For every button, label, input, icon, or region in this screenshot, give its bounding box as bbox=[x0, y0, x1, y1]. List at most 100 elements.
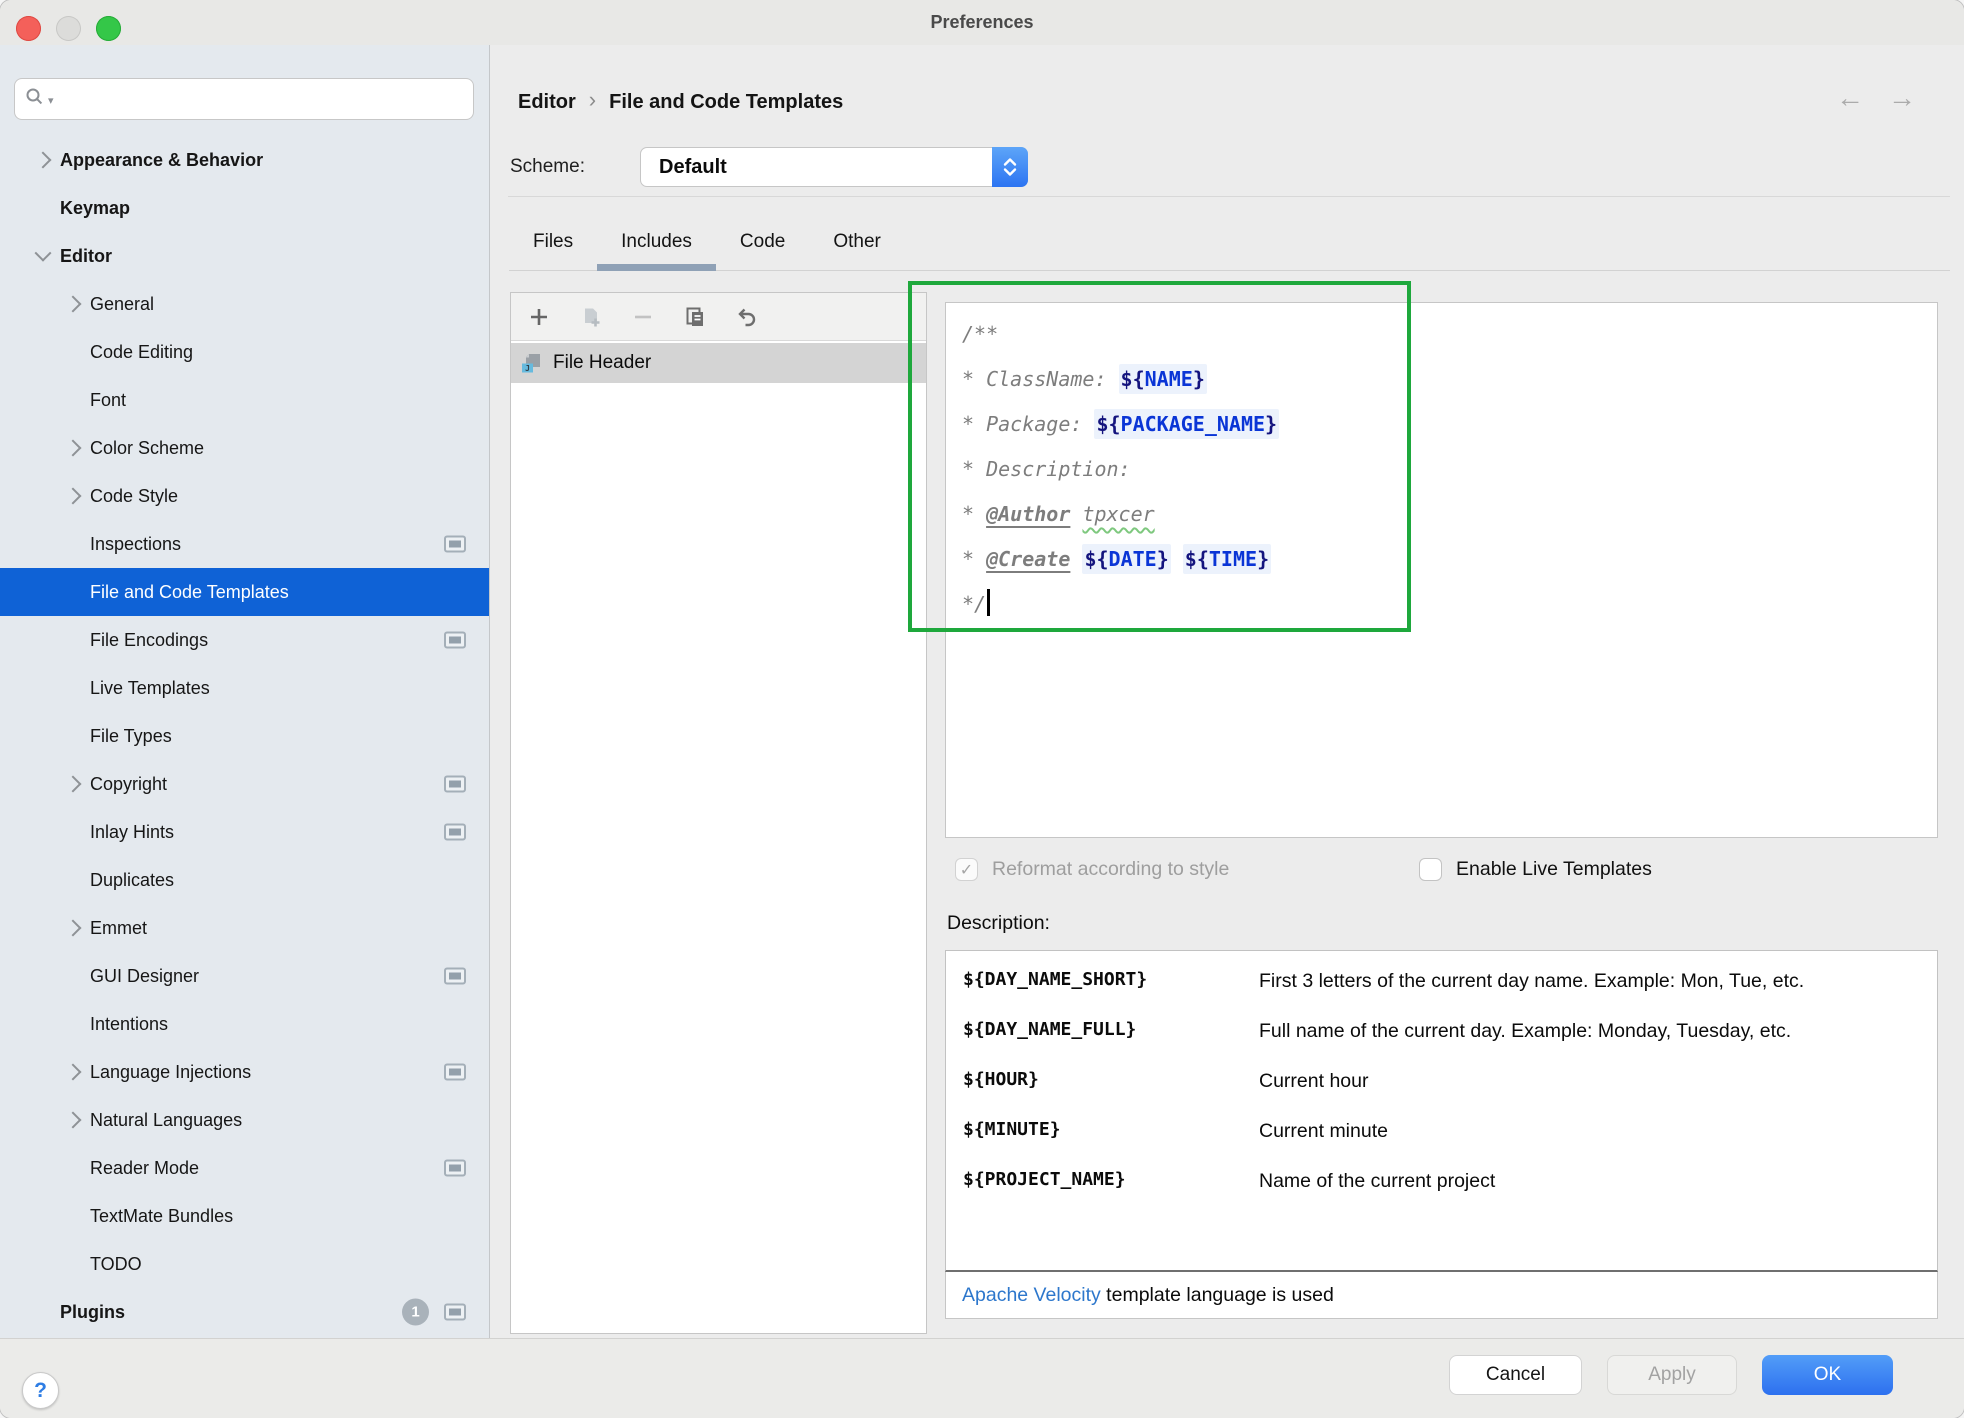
breadcrumb-parent[interactable]: Editor bbox=[518, 91, 576, 114]
remove-template-icon[interactable] bbox=[631, 305, 655, 329]
sidebar-item-code-editing[interactable]: Code Editing bbox=[0, 328, 489, 376]
zoom-window-icon[interactable] bbox=[96, 16, 121, 41]
footer-buttons: Cancel Apply OK bbox=[1449, 1355, 1893, 1395]
variable-name: ${PROJECT_NAME} bbox=[963, 1167, 1259, 1195]
chevron-down-icon[interactable] bbox=[26, 250, 60, 262]
description-label: Description: bbox=[947, 912, 1050, 935]
sidebar-item-font[interactable]: Font bbox=[0, 376, 489, 424]
close-window-icon[interactable] bbox=[16, 16, 41, 41]
copy-template-icon[interactable] bbox=[683, 305, 707, 329]
template-variable: ${DATE} bbox=[1082, 544, 1170, 574]
sidebar-item-label: Color Scheme bbox=[90, 438, 204, 459]
sidebar-item-label: File Encodings bbox=[90, 630, 208, 651]
sidebar-item-inlay-hints[interactable]: Inlay Hints bbox=[0, 808, 489, 856]
live-templates-checkbox[interactable] bbox=[1419, 858, 1442, 881]
screen-icon bbox=[444, 632, 466, 649]
search-options-caret-icon[interactable]: ▾ bbox=[48, 94, 54, 107]
description-row: ${DAY_NAME_SHORT}First 3 letters of the … bbox=[946, 956, 1937, 1006]
sidebar-item-intentions[interactable]: Intentions bbox=[0, 1000, 489, 1048]
sidebar-item-label: Intentions bbox=[90, 1014, 168, 1035]
chevron-right-icon[interactable] bbox=[56, 490, 90, 502]
tab-code[interactable]: Code bbox=[716, 214, 809, 270]
variable-name: ${MINUTE} bbox=[963, 1117, 1259, 1145]
reformat-checkbox[interactable]: ✓ bbox=[955, 858, 978, 881]
sidebar-item-general[interactable]: General bbox=[0, 280, 489, 328]
sidebar-item-label: Code Editing bbox=[90, 342, 193, 363]
tab-includes[interactable]: Includes bbox=[597, 214, 716, 270]
template-editor[interactable]: /*** ClassName: ${NAME}* Package: ${PACK… bbox=[945, 302, 1938, 838]
sidebar-item-todo[interactable]: TODO bbox=[0, 1240, 489, 1288]
sidebar-item-gui-designer[interactable]: GUI Designer bbox=[0, 952, 489, 1000]
sidebar-item-textmate-bundles[interactable]: TextMate Bundles bbox=[0, 1192, 489, 1240]
help-button[interactable]: ? bbox=[22, 1372, 59, 1409]
sidebar-item-label: Font bbox=[90, 390, 126, 411]
sidebar-item-color-scheme[interactable]: Color Scheme bbox=[0, 424, 489, 472]
plugins-count-badge: 1 bbox=[402, 1299, 429, 1326]
chevron-right-icon[interactable] bbox=[56, 1066, 90, 1078]
apply-button[interactable]: Apply bbox=[1607, 1355, 1737, 1395]
scheme-separator bbox=[508, 196, 1950, 197]
sidebar-item-inspections[interactable]: Inspections bbox=[0, 520, 489, 568]
chevron-right-icon[interactable] bbox=[56, 778, 90, 790]
template-variable: ${PACKAGE_NAME} bbox=[1094, 409, 1279, 439]
tab-other[interactable]: Other bbox=[809, 214, 905, 270]
breadcrumb: Editor › File and Code Templates bbox=[518, 86, 843, 118]
sidebar-item-label: Language Injections bbox=[90, 1062, 251, 1083]
screen-icon bbox=[444, 1160, 466, 1177]
sidebar-item-editor[interactable]: Editor bbox=[0, 232, 489, 280]
velocity-note: Apache Velocity template language is use… bbox=[945, 1272, 1938, 1319]
sidebar-item-duplicates[interactable]: Duplicates bbox=[0, 856, 489, 904]
screen-icon bbox=[444, 536, 466, 553]
sidebar-item-label: File Types bbox=[90, 726, 172, 747]
sidebar-item-plugins[interactable]: Plugins 1 bbox=[0, 1288, 489, 1336]
sidebar-item-file-and-code-templates[interactable]: File and Code Templates bbox=[0, 568, 489, 616]
scheme-select[interactable]: Default bbox=[640, 147, 1028, 187]
variable-name: ${DAY_NAME_FULL} bbox=[963, 1017, 1259, 1045]
sidebar-item-reader-mode[interactable]: Reader Mode bbox=[0, 1144, 489, 1192]
sidebar-item-natural-languages[interactable]: Natural Languages bbox=[0, 1096, 489, 1144]
stepper-icon[interactable] bbox=[992, 147, 1028, 187]
sidebar-item-code-style[interactable]: Code Style bbox=[0, 472, 489, 520]
sidebar-item-copyright[interactable]: Copyright bbox=[0, 760, 489, 808]
screen-icon bbox=[444, 824, 466, 841]
apache-velocity-link[interactable]: Apache Velocity bbox=[962, 1284, 1101, 1307]
description-row: ${HOUR}Current hour bbox=[946, 1056, 1937, 1106]
cancel-button[interactable]: Cancel bbox=[1449, 1355, 1582, 1395]
chevron-right-icon: › bbox=[589, 87, 596, 113]
template-item-file-header[interactable]: J File Header bbox=[511, 343, 926, 383]
add-template-icon[interactable] bbox=[527, 305, 551, 329]
sidebar-item-live-templates[interactable]: Live Templates bbox=[0, 664, 489, 712]
ok-button[interactable]: OK bbox=[1762, 1355, 1893, 1395]
sidebar-item-label: Plugins bbox=[60, 1302, 125, 1323]
sidebar-item-label: Reader Mode bbox=[90, 1158, 199, 1179]
check-icon: ✓ bbox=[960, 860, 973, 880]
forward-arrow-icon[interactable]: → bbox=[1888, 82, 1916, 114]
template-item-label: File Header bbox=[553, 352, 651, 374]
variable-name: ${DAY_NAME_SHORT} bbox=[963, 967, 1259, 995]
description-row: ${DAY_NAME_FULL}Full name of the current… bbox=[946, 1006, 1937, 1056]
reset-template-icon[interactable] bbox=[735, 305, 759, 329]
template-code: /*** ClassName: ${NAME}* Package: ${PACK… bbox=[946, 303, 1937, 627]
chevron-right-icon[interactable] bbox=[56, 298, 90, 310]
back-arrow-icon[interactable]: ← bbox=[1836, 82, 1864, 114]
tab-files[interactable]: Files bbox=[509, 214, 597, 270]
settings-sidebar: ▾ Appearance & Behavior Keymap Editor Gener… bbox=[0, 45, 490, 1338]
chevron-right-icon[interactable] bbox=[56, 442, 90, 454]
settings-search-input[interactable]: ▾ bbox=[14, 78, 474, 120]
sidebar-item-file-types[interactable]: File Types bbox=[0, 712, 489, 760]
sidebar-item-appearance-behavior[interactable]: Appearance & Behavior bbox=[0, 136, 489, 184]
chevron-right-icon[interactable] bbox=[26, 154, 60, 166]
minimize-window-icon[interactable] bbox=[56, 16, 81, 41]
sidebar-item-language-injections[interactable]: Language Injections bbox=[0, 1048, 489, 1096]
chevron-right-icon[interactable] bbox=[56, 1114, 90, 1126]
variable-description: Full name of the current day. Example: M… bbox=[1259, 1017, 1869, 1045]
sidebar-item-label: Inspections bbox=[90, 534, 181, 555]
reformat-label: Reformat according to style bbox=[992, 858, 1229, 881]
sidebar-item-label: Editor bbox=[60, 246, 112, 267]
sidebar-item-label: Keymap bbox=[60, 198, 130, 219]
sidebar-item-keymap[interactable]: Keymap bbox=[0, 184, 489, 232]
chevron-right-icon[interactable] bbox=[56, 922, 90, 934]
create-child-template-icon[interactable] bbox=[579, 305, 603, 329]
sidebar-item-file-encodings[interactable]: File Encodings bbox=[0, 616, 489, 664]
sidebar-item-emmet[interactable]: Emmet bbox=[0, 904, 489, 952]
